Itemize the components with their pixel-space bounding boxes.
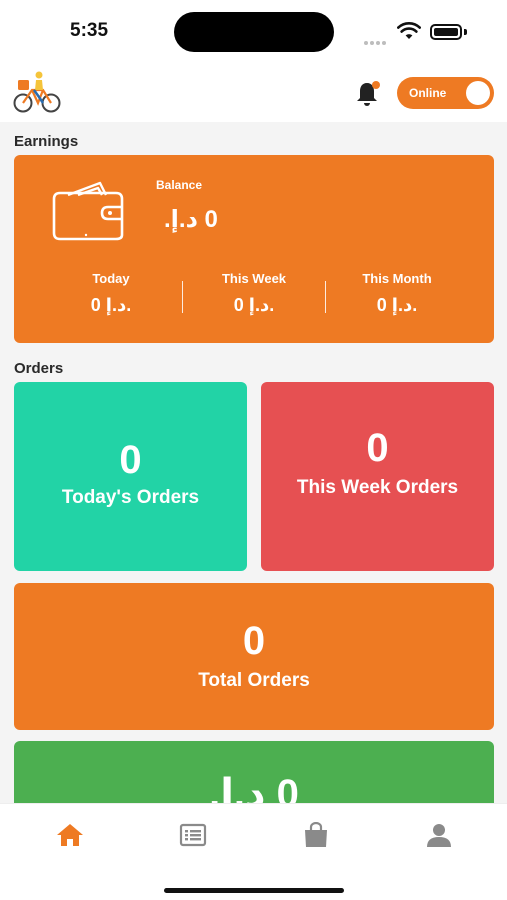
total-orders-label: Total Orders [198, 670, 310, 691]
status-time: 5:35 [70, 20, 109, 41]
wifi-icon [397, 22, 421, 39]
orders-section-title: Orders [14, 360, 64, 377]
status-bar: 5:35 [0, 0, 507, 62]
period-value: 0 د.إ. [376, 295, 418, 315]
period-divider [182, 281, 183, 313]
total-earnings-value: 0 د.إ. [209, 772, 299, 803]
todays-orders-card[interactable]: 0 Today's Orders [14, 382, 247, 571]
shopping-bag-icon[interactable] [301, 822, 331, 848]
period-label: Today [92, 271, 130, 286]
wallet-icon [52, 181, 124, 241]
this-week-orders-label: This Week Orders [296, 477, 459, 498]
period-value: 0 د.إ. [90, 295, 132, 315]
total-orders-count: 0 [242, 619, 266, 663]
period-label: This Week [221, 271, 287, 286]
earnings-card: Balance 0 د.إ. Today 0 د.إ. This Week 0 … [14, 155, 494, 343]
dashboard-content[interactable]: Earnings Balance 0 د.إ. Today 0 د.إ. Thi… [0, 122, 507, 803]
profile-icon[interactable] [424, 822, 454, 848]
bottom-tab-bar [0, 803, 507, 900]
battery-icon [430, 24, 462, 40]
this-month-earnings: This Month 0 د.إ. [327, 271, 467, 316]
home-icon[interactable] [55, 822, 85, 848]
online-status-toggle[interactable]: Online [397, 77, 494, 109]
delivery-bike-logo-icon [13, 71, 61, 113]
this-week-orders-card[interactable]: 0 This Week Orders [261, 382, 494, 571]
total-orders-card[interactable]: 0 Total Orders [14, 583, 494, 730]
todays-orders-label: Today's Orders [61, 487, 200, 508]
notification-badge [372, 81, 380, 89]
period-value: 0 د.إ. [233, 295, 275, 315]
online-status-label: Online [409, 86, 447, 100]
balance-value: 0 د.إ. [164, 206, 218, 233]
this-week-earnings: This Week 0 د.إ. [184, 271, 324, 316]
balance-label: Balance [156, 178, 203, 192]
period-label: This Month [362, 271, 432, 286]
app-header: Online [0, 62, 507, 122]
earnings-section-title: Earnings [14, 133, 79, 150]
period-divider [325, 281, 326, 313]
today-earnings: Today 0 د.إ. [41, 271, 181, 316]
toggle-knob [466, 81, 490, 105]
battery-tip [464, 29, 467, 35]
home-indicator [164, 888, 344, 893]
orders-list-icon[interactable] [178, 822, 208, 848]
cellular-signal-icon [364, 32, 390, 45]
dynamic-island [174, 12, 334, 52]
todays-orders-count: 0 [119, 438, 142, 482]
this-week-orders-count: 0 [366, 426, 389, 470]
total-earnings-card[interactable]: 0 د.إ. [14, 741, 494, 803]
